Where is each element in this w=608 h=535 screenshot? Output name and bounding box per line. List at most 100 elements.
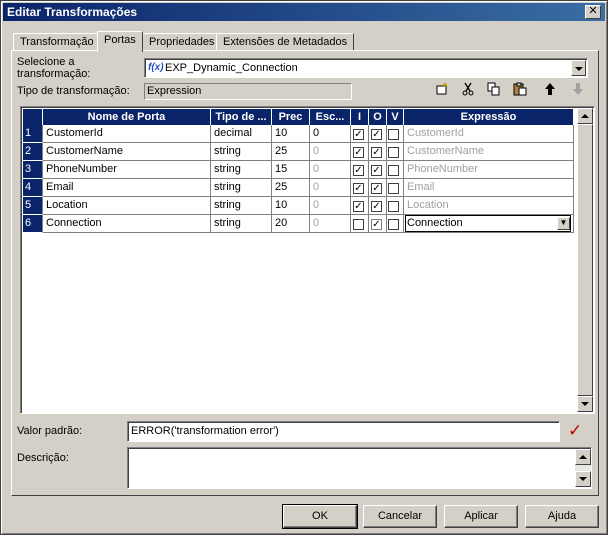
move-up-button[interactable] xyxy=(541,82,559,100)
output-cell: ✓ xyxy=(369,197,387,215)
variable-checkbox[interactable] xyxy=(388,201,399,212)
copy-port-button[interactable] xyxy=(485,82,503,100)
port-name-cell[interactable]: Location xyxy=(43,197,211,215)
description-scroll-down-button[interactable] xyxy=(575,471,591,487)
header-scale[interactable]: Esc... xyxy=(310,109,351,125)
expression-cell[interactable]: Connection ▼ xyxy=(404,215,574,233)
row-number[interactable]: 3 xyxy=(23,161,43,179)
row-number[interactable]: 2 xyxy=(23,143,43,161)
output-checkbox[interactable]: ✓ xyxy=(371,165,382,176)
datatype-cell[interactable]: string xyxy=(211,143,272,161)
scale-cell[interactable]: 0 xyxy=(310,161,351,179)
datatype-cell[interactable]: string xyxy=(211,179,272,197)
row-number[interactable]: 1 xyxy=(23,125,43,143)
paste-port-button[interactable] xyxy=(511,82,529,100)
default-value-label: Valor padrão: xyxy=(17,425,83,437)
tab-extensoes-metadados[interactable]: Extensões de Metadados xyxy=(216,33,355,51)
datatype-cell[interactable]: decimal xyxy=(211,125,272,143)
expression-cell[interactable]: PhoneNumber xyxy=(404,161,574,179)
header-expression[interactable]: Expressão xyxy=(404,109,574,125)
port-name-cell[interactable]: Connection xyxy=(43,215,211,233)
expression-cell[interactable]: CustomerName xyxy=(404,143,574,161)
variable-checkbox[interactable] xyxy=(388,165,399,176)
description-textarea[interactable] xyxy=(127,447,592,489)
description-scrollbar[interactable] xyxy=(575,449,591,487)
scale-cell[interactable]: 0 xyxy=(310,215,351,233)
output-checkbox[interactable]: ✓ xyxy=(371,147,382,158)
window-title: Editar Transformações xyxy=(7,5,138,19)
input-checkbox[interactable]: ✓ xyxy=(353,201,364,212)
header-output[interactable]: O xyxy=(369,109,387,125)
port-name-cell[interactable]: CustomerId xyxy=(43,125,211,143)
help-button[interactable]: Ajuda xyxy=(525,505,599,528)
header-precision[interactable]: Prec xyxy=(272,109,310,125)
open-expression-editor-button[interactable]: ▼ xyxy=(557,217,570,230)
precision-cell[interactable]: 25 xyxy=(272,143,310,161)
expression-cell[interactable]: Email xyxy=(404,179,574,197)
output-cell: ✓ xyxy=(369,143,387,161)
datatype-cell[interactable]: string xyxy=(211,197,272,215)
close-button[interactable]: ✕ xyxy=(585,5,601,19)
scale-cell[interactable]: 0 xyxy=(310,197,351,215)
transformation-type-field: Expression xyxy=(144,83,352,100)
scroll-thumb[interactable] xyxy=(577,124,593,396)
header-port-name[interactable]: Nome de Porta xyxy=(43,109,211,125)
output-checkbox[interactable]: ✓ xyxy=(371,219,382,230)
input-checkbox[interactable]: ✓ xyxy=(353,165,364,176)
port-name-cell[interactable]: CustomerName xyxy=(43,143,211,161)
datatype-cell[interactable]: string xyxy=(211,161,272,179)
validate-check-icon[interactable]: ✓ xyxy=(568,421,582,441)
variable-checkbox[interactable] xyxy=(388,147,399,158)
row-number[interactable]: 4 xyxy=(23,179,43,197)
precision-cell[interactable]: 10 xyxy=(272,125,310,143)
header-variable[interactable]: V xyxy=(387,109,404,125)
row-number[interactable]: 5 xyxy=(23,197,43,215)
chevron-down-icon[interactable] xyxy=(571,60,586,76)
header-datatype[interactable]: Tipo de ... xyxy=(211,109,272,125)
scale-cell[interactable]: 0 xyxy=(310,143,351,161)
input-checkbox[interactable]: ✓ xyxy=(353,183,364,194)
precision-cell[interactable]: 15 xyxy=(272,161,310,179)
transformation-select[interactable]: f(x) EXP_Dynamic_Connection xyxy=(144,58,588,78)
precision-cell[interactable]: 20 xyxy=(272,215,310,233)
scale-cell[interactable]: 0 xyxy=(310,179,351,197)
port-name-cell[interactable]: Email xyxy=(43,179,211,197)
apply-button[interactable]: Aplicar xyxy=(444,505,518,528)
input-cell: ✓ xyxy=(351,197,369,215)
input-checkbox[interactable] xyxy=(353,219,364,230)
tab-transformacao[interactable]: Transformação xyxy=(13,33,101,51)
cut-port-button[interactable] xyxy=(459,82,477,100)
precision-cell[interactable]: 10 xyxy=(272,197,310,215)
scroll-up-button[interactable] xyxy=(577,108,593,124)
scroll-down-button[interactable] xyxy=(577,396,593,412)
row-number[interactable]: 6 xyxy=(23,215,43,233)
transformation-select-value: EXP_Dynamic_Connection xyxy=(165,62,298,74)
header-input[interactable]: I xyxy=(351,109,369,125)
cancel-button[interactable]: Cancelar xyxy=(363,505,437,528)
transformation-type-label: Tipo de transformação: xyxy=(17,85,130,97)
description-scroll-up-button[interactable] xyxy=(575,449,591,465)
expression-cell[interactable]: CustomerId xyxy=(404,125,574,143)
output-checkbox[interactable]: ✓ xyxy=(371,183,382,194)
output-checkbox[interactable]: ✓ xyxy=(371,129,382,140)
precision-cell[interactable]: 25 xyxy=(272,179,310,197)
expression-editor-field[interactable]: Connection ▼ xyxy=(405,215,571,232)
ok-button[interactable]: OK xyxy=(282,504,358,529)
input-checkbox[interactable]: ✓ xyxy=(353,147,364,158)
move-down-button[interactable] xyxy=(569,82,587,100)
tab-propriedades[interactable]: Propriedades xyxy=(142,33,222,51)
variable-checkbox[interactable] xyxy=(388,219,399,230)
datatype-cell[interactable]: string xyxy=(211,215,272,233)
variable-checkbox[interactable] xyxy=(388,129,399,140)
input-checkbox[interactable]: ✓ xyxy=(353,129,364,140)
tab-portas[interactable]: Portas xyxy=(97,31,143,52)
output-cell: ✓ xyxy=(369,125,387,143)
port-name-cell[interactable]: PhoneNumber xyxy=(43,161,211,179)
scale-cell[interactable]: 0 xyxy=(310,125,351,143)
expression-cell[interactable]: Location xyxy=(404,197,574,215)
grid-vertical-scrollbar[interactable] xyxy=(577,108,593,412)
output-checkbox[interactable]: ✓ xyxy=(371,201,382,212)
default-value-input[interactable]: ERROR('transformation error') xyxy=(127,421,560,442)
variable-checkbox[interactable] xyxy=(388,183,399,194)
new-port-button[interactable] xyxy=(433,82,451,100)
